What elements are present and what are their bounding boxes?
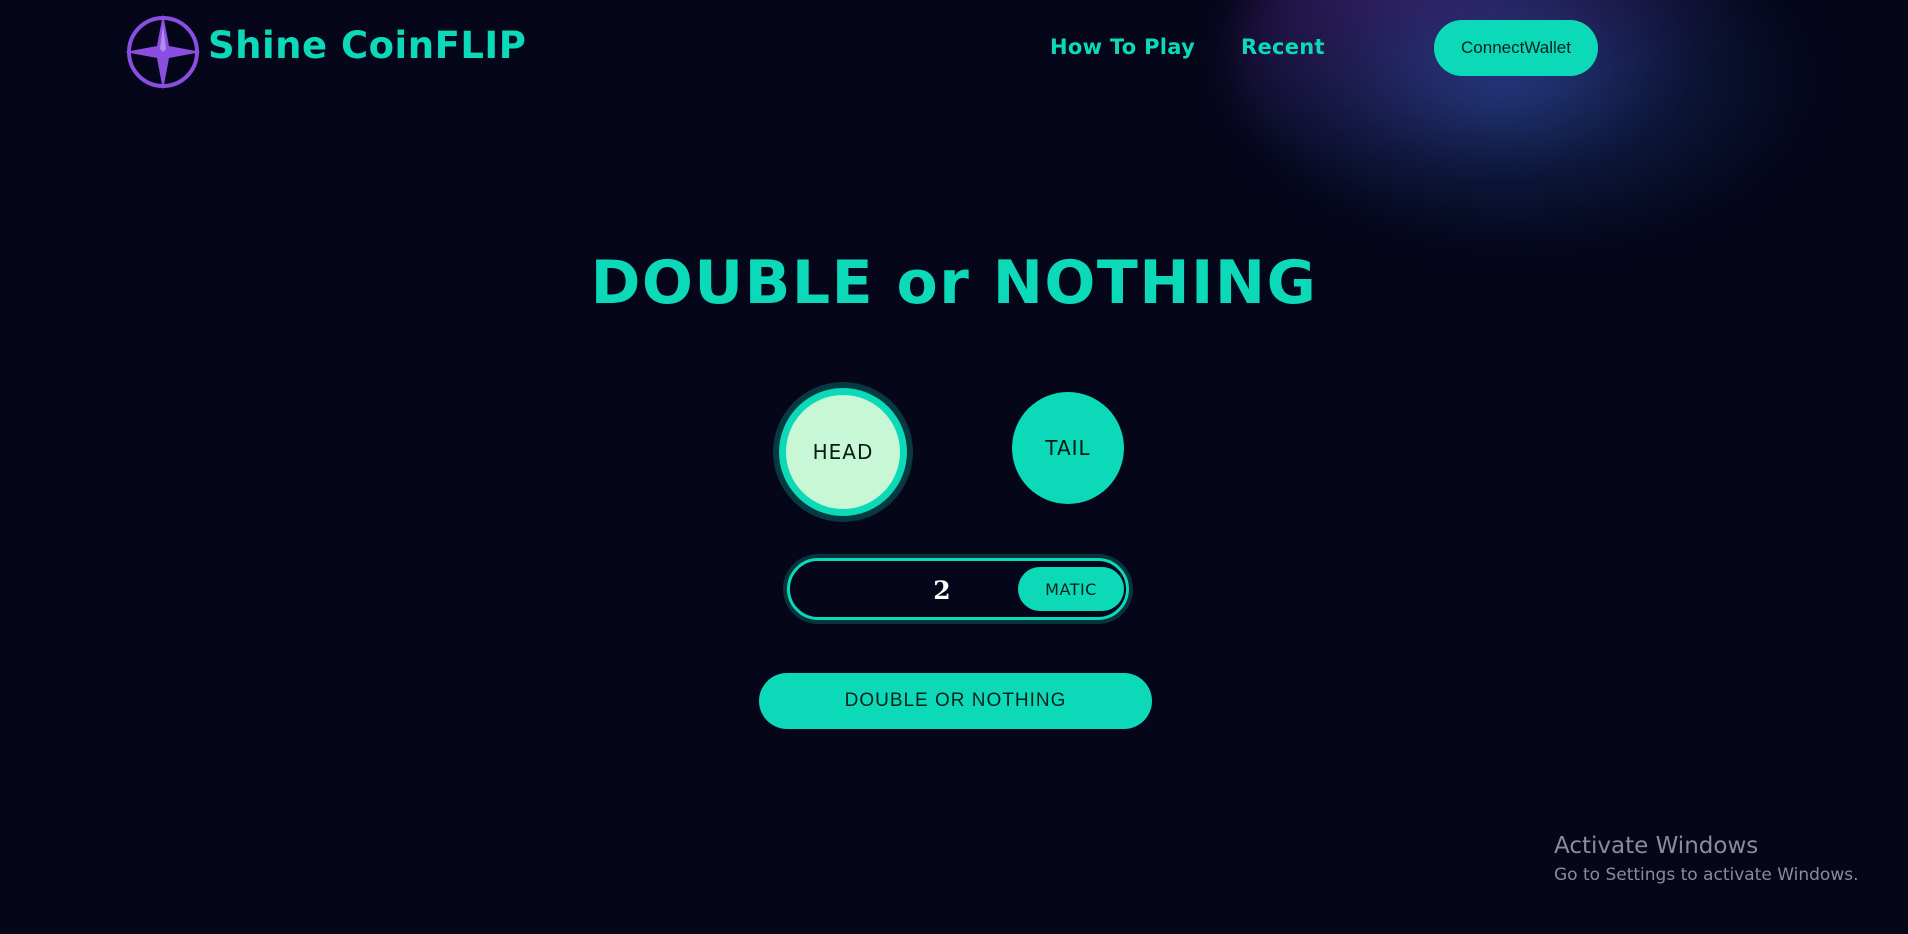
- watermark-title: Activate Windows: [1554, 833, 1759, 859]
- currency-label: MATIC: [1045, 579, 1097, 599]
- tail-option-button[interactable]: TAIL: [1012, 392, 1124, 504]
- bet-amount-field: MATIC: [787, 558, 1129, 620]
- watermark-subtitle: Go to Settings to activate Windows.: [1554, 865, 1859, 885]
- tail-option-label: TAIL: [1045, 436, 1091, 460]
- connect-wallet-button[interactable]: ConnectWallet: [1434, 20, 1598, 76]
- logo-star-icon[interactable]: [124, 13, 202, 91]
- brand-name[interactable]: Shine CoinFLIP: [208, 24, 526, 67]
- nav-recent[interactable]: Recent: [1241, 35, 1325, 59]
- bet-amount-input[interactable]: [850, 569, 1034, 611]
- head-option-label: HEAD: [812, 440, 874, 464]
- windows-activation-watermark: Activate Windows Go to Settings to activ…: [1554, 833, 1859, 885]
- double-or-nothing-button[interactable]: DOUBLE OR NOTHING: [759, 673, 1152, 729]
- page-title: DOUBLE or NOTHING: [590, 248, 1318, 318]
- head-option-button[interactable]: HEAD: [779, 388, 907, 516]
- currency-selector[interactable]: MATIC: [1018, 567, 1124, 611]
- nav-how-to-play[interactable]: How To Play: [1050, 35, 1195, 59]
